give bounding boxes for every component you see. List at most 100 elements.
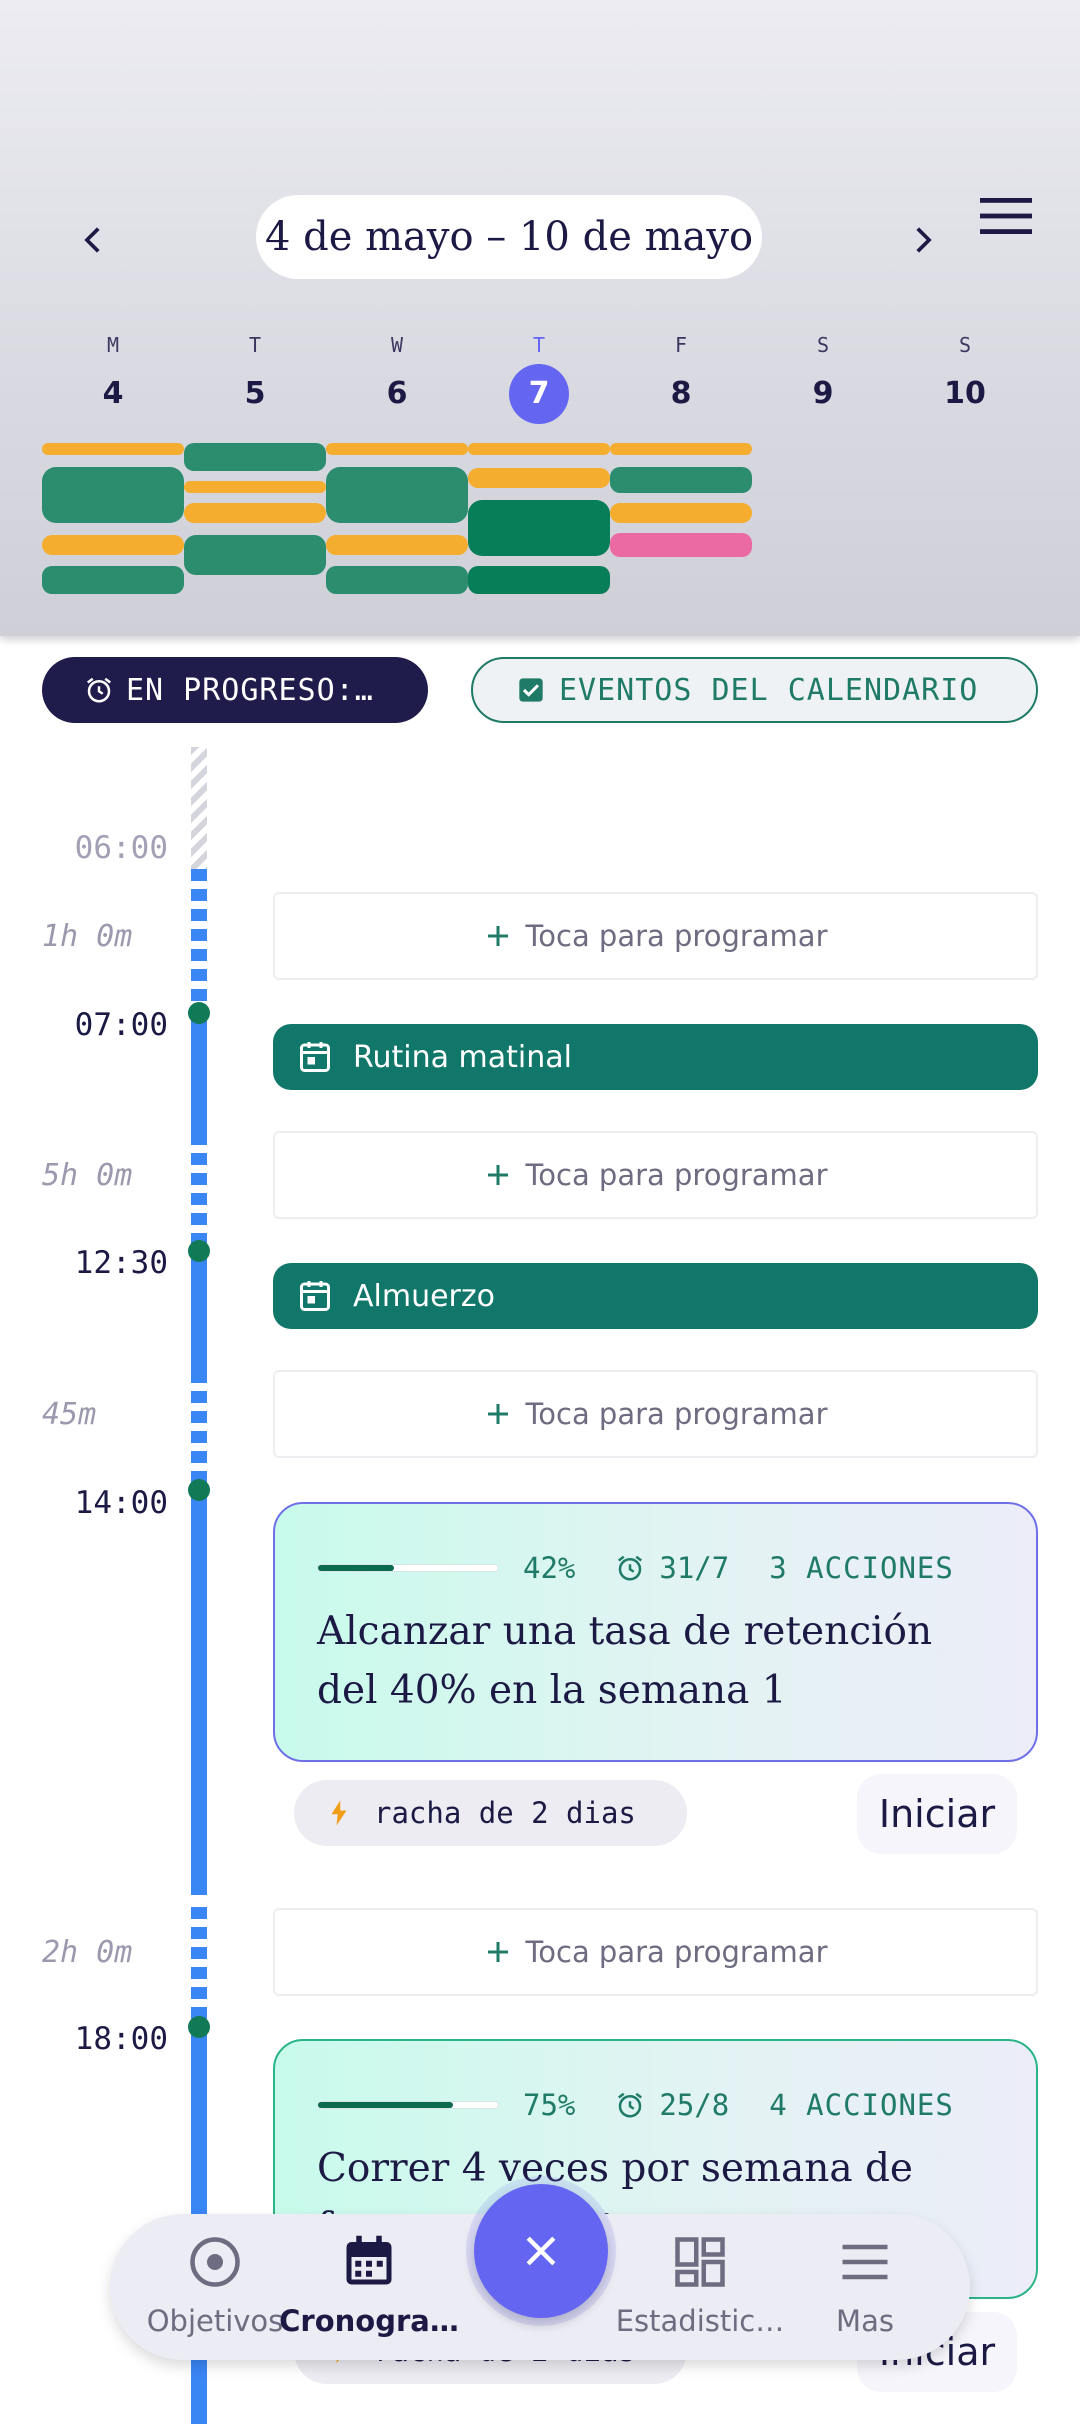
time-label: 14:00 [74,1485,168,1521]
activity-bar [326,467,468,523]
streak-badge: racha de 2 dias [294,1780,687,1846]
goal-card[interactable]: 42% 31/7 3 ACCIONES Alcanzar una tasa de… [273,1502,1038,1762]
close-fab-button[interactable] [474,2184,608,2318]
day-letter: M [106,333,120,357]
nav-label: Estadistic… [615,2304,785,2338]
calendar-icon [300,1281,330,1311]
day-letter: T [532,333,546,357]
time-label: 07:00 [74,1007,168,1043]
day-letter: W [390,333,404,357]
nav-label: Cronogra… [279,2304,459,2338]
free-duration-label: 1h 0m [42,919,133,954]
next-week-button[interactable] [892,210,952,270]
goal-progress-bar [317,2101,499,2109]
activity-bar [326,443,468,455]
schedule-slot-label: Toca para programar [525,1158,828,1192]
activity-bar [184,443,326,471]
day-number-selected: 7 [509,364,569,424]
goal-due-date: 25/8 [659,2088,730,2122]
chevron-right-icon [916,227,932,253]
activity-bar [184,481,326,493]
in-progress-label: EN PROGRESO:… [126,672,374,708]
goal-progress-bar [317,1564,499,1572]
nav-label: Mas [836,2304,894,2338]
nav-more[interactable]: Mas [790,2214,940,2360]
time-label: 12:30 [74,1245,168,1281]
day-number: 4 [102,376,124,411]
free-duration-label: 45m [42,1397,97,1432]
time-label: 06:00 [74,830,168,866]
previous-week-button[interactable] [64,210,124,270]
activity-bar [468,468,610,488]
timeline-event-segment [191,1013,207,1133]
plus-icon [488,1165,509,1185]
calendar-event-morning-routine[interactable]: Rutina matinal [273,1024,1038,1090]
day-number: 8 [670,376,692,411]
goal-meta-row: 75% 25/8 4 ACCIONES [317,2085,996,2125]
day-number: 9 [812,376,834,411]
day-number: 5 [244,376,266,411]
timeline-event-segment [191,1253,207,1371]
goal-actions-count: 4 ACCIONES [769,2088,954,2122]
schedule-slot-label: Toca para programar [525,1935,828,1969]
target-icon [190,2237,240,2287]
hamburger-menu-icon [842,2244,888,2280]
timeline-dot [188,2016,210,2038]
activity-bar [42,535,184,555]
schedule-slot-button[interactable]: Toca para programar [273,892,1038,980]
activity-bar [610,443,752,455]
schedule-slot-button[interactable]: Toca para programar [273,1370,1038,1458]
timeline-dot [188,1479,210,1501]
day-column[interactable]: T 5 [184,330,326,420]
activity-bar [326,566,468,594]
day-column[interactable]: W 6 [326,330,468,420]
calendar-icon [346,2235,392,2285]
plus-icon [488,926,509,946]
week-activity-bars [42,440,1042,600]
day-column[interactable]: F 8 [610,330,752,420]
time-label: 18:00 [74,2021,168,2057]
plus-icon [488,1404,509,1424]
free-duration-label: 5h 0m [42,1158,133,1193]
timeline-event-segment [191,1491,207,1895]
activity-bar [42,443,184,455]
day-column[interactable]: S 10 [894,330,1036,420]
week-days-row: M 4 T 5 W 6 T 7 F 8 S 9 S 10 [42,330,1042,424]
timeline-past-segment [191,747,207,869]
activity-bar [468,566,610,594]
calendar-event-lunch[interactable]: Almuerzo [273,1263,1038,1329]
goal-due-date: 31/7 [659,1551,730,1585]
activity-bar [610,467,752,493]
chevron-left-icon [84,227,100,253]
day-number: 10 [944,376,986,411]
plus-icon [488,1942,509,1962]
calendar-events-chip[interactable]: EVENTOS DEL CALENDARIO [471,657,1038,723]
close-icon [526,2236,556,2266]
day-letter: T [248,333,262,357]
goal-actions-count: 3 ACCIONES [769,1551,954,1585]
in-progress-chip[interactable]: EN PROGRESO:… [42,657,428,723]
activity-bar [468,500,610,556]
activity-bar [42,467,184,523]
goal-percent: 42% [523,1551,576,1585]
activity-bar [326,535,468,555]
event-title: Almuerzo [353,1278,495,1314]
event-title: Rutina matinal [353,1039,572,1075]
goal-percent: 75% [523,2088,576,2122]
activity-bar [610,533,752,557]
schedule-slot-button[interactable]: Toca para programar [273,1908,1038,1996]
week-range-title[interactable]: 4 de mayo – 10 de mayo [256,195,762,279]
schedule-slot-label: Toca para programar [525,1397,828,1431]
nav-statistics[interactable]: Estadistic… [610,2214,790,2360]
menu-button[interactable] [976,190,1036,242]
nav-schedule[interactable]: Cronogra… [279,2214,459,2360]
nav-goals[interactable]: Objetivos [130,2214,300,2360]
start-goal-button[interactable]: Iniciar [857,1774,1017,1854]
day-column[interactable]: M 4 [42,330,184,420]
timeline-free-segment [191,1133,207,1253]
timeline-dot [188,1240,210,1262]
schedule-slot-button[interactable]: Toca para programar [273,1131,1038,1219]
timeline-free-segment [191,1371,207,1491]
day-column-today[interactable]: T 7 [468,330,610,424]
day-column[interactable]: S 9 [752,330,894,420]
